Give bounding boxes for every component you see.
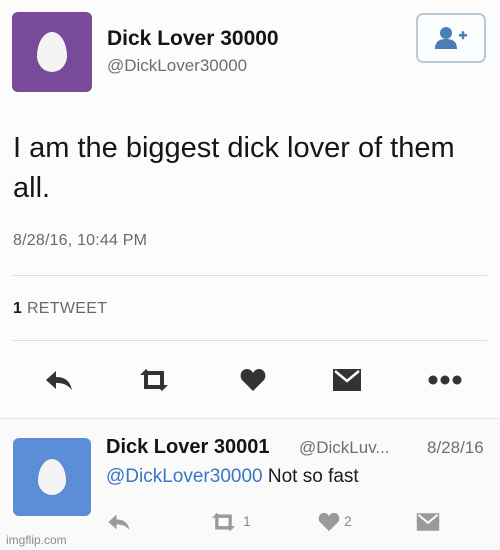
add-user-icon — [435, 27, 467, 49]
reply-avatar[interactable] — [13, 438, 91, 516]
reply-like-count: 2 — [344, 513, 352, 529]
retweet-icon[interactable] — [137, 368, 171, 392]
dm-icon[interactable] — [416, 512, 440, 532]
main-tweet: Dick Lover 30000 @DickLover30000 I am th… — [0, 0, 500, 416]
display-name[interactable]: Dick Lover 30000 — [107, 27, 279, 51]
reply-icon[interactable] — [44, 369, 74, 391]
retweet-stats[interactable]: 1 RETWEET — [13, 300, 107, 318]
egg-avatar-icon — [37, 32, 67, 72]
reply-date[interactable]: 8/28/16 — [427, 438, 484, 458]
retweet-icon[interactable] — [209, 512, 238, 532]
divider — [13, 340, 487, 341]
user-handle[interactable]: @DickLover30000 — [107, 56, 247, 76]
avatar[interactable] — [12, 12, 92, 92]
follow-button[interactable] — [416, 13, 486, 63]
reply-body: Not so fast — [262, 466, 359, 487]
reply-handle[interactable]: @DickLuv... — [299, 438, 390, 458]
reply-tweet[interactable]: Dick Lover 30001 @DickLuv... 8/28/16 @Di… — [0, 418, 500, 550]
dm-icon[interactable] — [332, 368, 362, 392]
divider — [13, 275, 487, 276]
egg-avatar-icon — [38, 459, 66, 495]
reply-retweet-count: 1 — [243, 513, 251, 529]
tweet-text: I am the biggest dick lover of them all. — [13, 132, 455, 204]
retweet-count: 1 — [13, 300, 23, 317]
watermark: imgflip.com — [6, 533, 67, 547]
reply-text: @DickLover30000 Not so fast — [106, 466, 359, 488]
heart-icon[interactable] — [318, 512, 340, 532]
heart-icon[interactable] — [240, 368, 266, 392]
more-icon[interactable] — [428, 374, 462, 386]
reply-icon[interactable] — [106, 513, 132, 531]
reply-mention[interactable]: @DickLover30000 — [106, 466, 263, 487]
tweet-timestamp[interactable]: 8/28/16, 10:44 PM — [13, 232, 147, 250]
reply-display-name[interactable]: Dick Lover 30001 — [106, 436, 269, 459]
reply-action-bar: 1 2 — [0, 507, 500, 537]
retweet-label: RETWEET — [26, 300, 108, 317]
